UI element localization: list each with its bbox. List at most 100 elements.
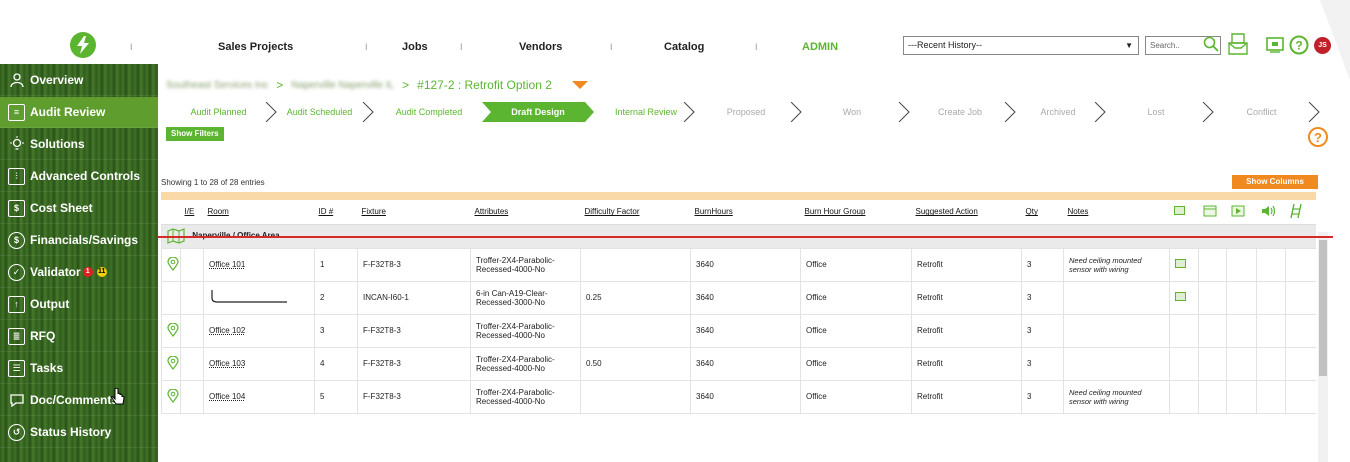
action-cell[interactable]: Retrofit: [911, 313, 1022, 348]
search-icon[interactable]: [1203, 36, 1219, 52]
recent-history-select[interactable]: ---Recent History-- ▼: [903, 36, 1139, 55]
burnhours-cell[interactable]: 3640: [690, 280, 801, 315]
burnhours-cell[interactable]: 3640: [690, 247, 801, 282]
burnhours-cell[interactable]: 3640: [690, 313, 801, 348]
col-header-burnhours[interactable]: BurnHours: [690, 200, 801, 225]
stage-archived[interactable]: Archived: [1016, 102, 1100, 122]
action-cell[interactable]: Retrofit: [911, 346, 1022, 381]
video-column-header[interactable]: [1226, 200, 1257, 225]
sidebar-item-rfq[interactable]: ≣ RFQ: [0, 321, 158, 352]
burnhours-cell[interactable]: 3640: [690, 346, 801, 381]
qty-cell[interactable]: 3: [1021, 247, 1064, 282]
room-link[interactable]: Office 102: [209, 326, 245, 335]
sidebar-item-tasks[interactable]: ☰ Tasks: [0, 353, 158, 384]
difficulty-cell[interactable]: 0.50: [580, 346, 691, 381]
location-cell[interactable]: [161, 280, 181, 315]
sidebar-item-validator[interactable]: ✓ Validator 1 11: [0, 257, 158, 288]
show-columns-button[interactable]: Show Columns: [1232, 175, 1318, 189]
page-help-icon[interactable]: ?: [1308, 127, 1328, 147]
photo-cell[interactable]: [1169, 313, 1199, 348]
stage-audit-completed[interactable]: Audit Completed: [375, 102, 483, 122]
notes-cell[interactable]: Need ceiling mounted sensor with wiring: [1063, 247, 1170, 282]
col-header-room[interactable]: Room: [203, 200, 315, 225]
qty-cell[interactable]: 3: [1021, 379, 1064, 414]
notes-cell[interactable]: [1063, 346, 1170, 381]
stage-proposed[interactable]: Proposed: [696, 102, 796, 122]
photo-cell[interactable]: [1169, 280, 1199, 315]
qty-cell[interactable]: 3: [1021, 346, 1064, 381]
sidebar-item-financials[interactable]: $ Financials/Savings: [0, 225, 158, 256]
notes-cell[interactable]: Need ceiling mounted sensor with wiring: [1063, 379, 1170, 414]
sidebar-item-status-history[interactable]: ↺ Status History: [0, 417, 158, 448]
qty-cell[interactable]: 3: [1021, 313, 1064, 348]
table-scrollbar-thumb[interactable]: [1319, 240, 1327, 376]
col-header-action[interactable]: Suggested Action: [911, 200, 1022, 225]
show-filters-button[interactable]: Show Filters: [166, 127, 224, 141]
nav-jobs[interactable]: Jobs: [402, 41, 428, 53]
notes-cell[interactable]: [1063, 280, 1170, 315]
location-cell[interactable]: [161, 247, 181, 282]
col-header-attributes[interactable]: Attributes: [470, 200, 581, 225]
stage-conflict[interactable]: Conflict: [1214, 102, 1309, 122]
stage-won[interactable]: Won: [802, 102, 902, 122]
burnhours-cell[interactable]: 3640: [690, 379, 801, 414]
project-dropdown-caret-icon[interactable]: [571, 81, 588, 89]
location-cell[interactable]: [161, 313, 181, 348]
col-header-burn-group[interactable]: Burn Hour Group: [800, 200, 912, 225]
action-cell[interactable]: Retrofit: [911, 247, 1022, 282]
table-row[interactable]: Office 103 4 F-F32T8-3 Troffer-2X4-Paraboli…: [161, 346, 1316, 381]
nav-vendors[interactable]: Vendors: [519, 41, 562, 53]
help-icon[interactable]: ?: [1289, 35, 1309, 55]
stage-draft-design[interactable]: Draft Design: [482, 102, 594, 122]
ladder-column-header[interactable]: [1285, 200, 1316, 225]
table-row[interactable]: Office 104 5 F-F32T8-3 Troffer-2X4-Paraboli…: [161, 379, 1316, 414]
room-link[interactable]: Office 104: [209, 392, 245, 401]
col-header-qty[interactable]: Qty: [1021, 200, 1064, 225]
col-header-fixture[interactable]: Fixture: [357, 200, 471, 225]
photo-cell[interactable]: [1169, 346, 1199, 381]
nav-catalog[interactable]: Catalog: [664, 41, 704, 53]
burn-group-cell[interactable]: Office: [800, 346, 912, 381]
burn-group-cell[interactable]: Office: [800, 280, 912, 315]
calendar-column-header[interactable]: [1198, 200, 1227, 225]
table-row[interactable]: 2 INCAN-I60-1 6-in Can-A19-Clear-Recessed-…: [161, 280, 1316, 315]
fixture-cell[interactable]: F-F32T8-3: [357, 313, 471, 348]
difficulty-cell[interactable]: [580, 379, 691, 414]
breadcrumb-site[interactable]: Naperville Naperville IL: [291, 80, 394, 91]
fixture-cell[interactable]: INCAN-I60-1: [357, 280, 471, 315]
col-header-notes[interactable]: Notes: [1063, 200, 1170, 225]
location-cell[interactable]: [161, 346, 181, 381]
stage-create-job[interactable]: Create Job: [910, 102, 1010, 122]
breadcrumb-customer[interactable]: Southeast Services Inc: [166, 80, 268, 91]
inbox-icon[interactable]: [1228, 33, 1248, 55]
nav-admin[interactable]: ADMIN: [802, 41, 838, 53]
stage-lost[interactable]: Lost: [1106, 102, 1206, 122]
difficulty-cell[interactable]: 0.25: [580, 280, 691, 315]
col-header-id[interactable]: ID #: [314, 200, 358, 225]
stage-audit-planned[interactable]: Audit Planned: [166, 102, 271, 122]
action-cell[interactable]: Retrofit: [911, 280, 1022, 315]
col-header-difficulty[interactable]: Difficulty Factor: [580, 200, 691, 225]
fixture-cell[interactable]: F-F32T8-3: [357, 379, 471, 414]
sidebar-item-advanced-controls[interactable]: ⫶ Advanced Controls: [0, 161, 158, 192]
difficulty-cell[interactable]: [580, 247, 691, 282]
table-row[interactable]: Office 101 1 F-F32T8-3 Troffer-2X4-Paraboli…: [161, 247, 1316, 282]
fixture-cell[interactable]: F-F32T8-3: [357, 346, 471, 381]
sidebar-item-audit-review[interactable]: ≡ Audit Review: [0, 97, 158, 128]
room-link[interactable]: Office 103: [209, 359, 245, 368]
sidebar-item-cost-sheet[interactable]: $ Cost Sheet: [0, 193, 158, 224]
sidebar-item-output[interactable]: ↑ Output: [0, 289, 158, 320]
audio-column-header[interactable]: [1256, 200, 1286, 225]
user-avatar[interactable]: JS: [1314, 37, 1331, 54]
app-logo[interactable]: [70, 32, 96, 58]
photo-cell[interactable]: [1169, 247, 1199, 282]
sidebar-item-solutions[interactable]: Solutions: [0, 129, 158, 160]
table-row[interactable]: Office 102 3 F-F32T8-3 Troffer-2X4-Paraboli…: [161, 313, 1316, 348]
photo-cell[interactable]: [1169, 379, 1199, 414]
room-link[interactable]: Office 101: [209, 260, 245, 269]
difficulty-cell[interactable]: [580, 313, 691, 348]
stage-audit-scheduled[interactable]: Audit Scheduled: [277, 102, 362, 122]
sidebar-item-doc-comments[interactable]: Doc/Comments: [0, 385, 158, 416]
nav-sales-projects[interactable]: Sales Projects: [218, 41, 293, 53]
burn-group-cell[interactable]: Office: [800, 247, 912, 282]
